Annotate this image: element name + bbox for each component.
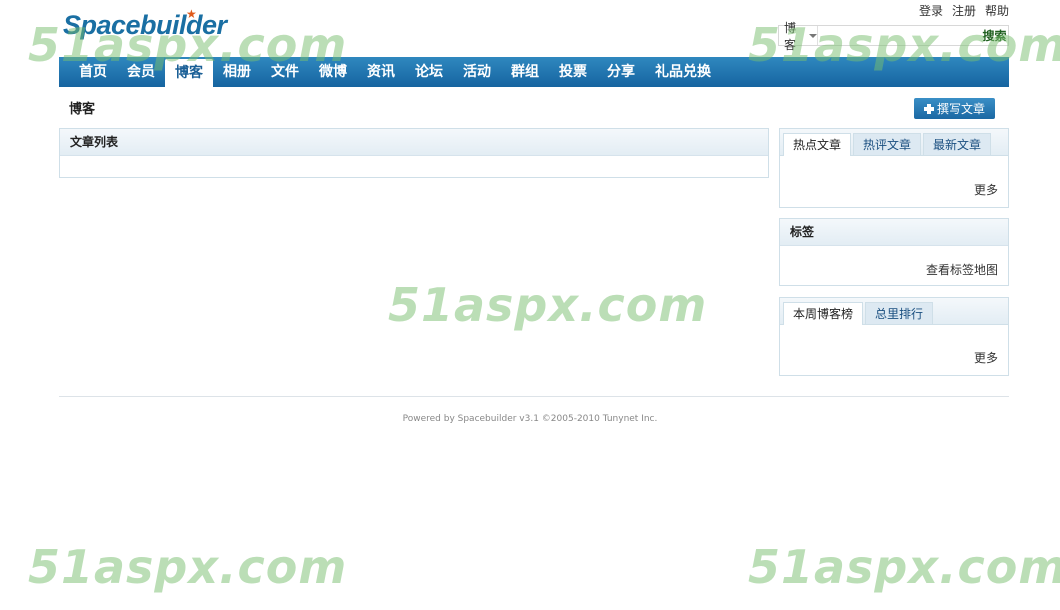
ranking-more-link[interactable]: 更多 bbox=[974, 349, 998, 366]
blog-ranking-tabs: 本周博客榜 总里排行 bbox=[780, 298, 1008, 325]
article-list-panel: 文章列表 bbox=[59, 128, 769, 178]
tags-title: 标签 bbox=[780, 219, 1008, 246]
footer-copyright: Powered by Spacebuilder v3.1 ©2005-2010 … bbox=[402, 414, 658, 424]
search-scope-label: 博客 bbox=[784, 20, 797, 52]
nav-item-blog[interactable]: 博客 bbox=[165, 59, 213, 87]
hot-articles-panel: 热点文章 热评文章 最新文章 更多 bbox=[779, 128, 1009, 208]
help-link[interactable]: 帮助 bbox=[985, 2, 1009, 19]
tab-overall-ranking[interactable]: 总里排行 bbox=[865, 302, 934, 324]
register-link[interactable]: 注册 bbox=[952, 2, 976, 19]
article-list-title: 文章列表 bbox=[60, 129, 768, 156]
nav-item-share[interactable]: 分享 bbox=[597, 59, 645, 85]
main-nav: 首页 会员 博客 相册 文件 微博 资讯 论坛 活动 群组 投票 分享 礼品兑换 bbox=[59, 57, 1009, 87]
tab-latest-articles[interactable]: 最新文章 bbox=[923, 133, 992, 155]
nav-item-gifts[interactable]: 礼品兑换 bbox=[645, 59, 721, 85]
nav-item-albums[interactable]: 相册 bbox=[213, 59, 261, 85]
nav-item-files[interactable]: 文件 bbox=[261, 59, 309, 85]
watermark: 51aspx.com bbox=[28, 540, 348, 594]
footer-divider bbox=[59, 396, 1009, 397]
nav-item-microblog[interactable]: 微博 bbox=[309, 59, 357, 85]
nav-item-members[interactable]: 会员 bbox=[117, 59, 165, 85]
tags-panel: 标签 查看标签地图 bbox=[779, 218, 1009, 286]
hot-articles-tabs: 热点文章 热评文章 最新文章 bbox=[780, 129, 1008, 156]
write-article-button[interactable]: 撰写文章 bbox=[914, 98, 995, 119]
search-scope-select[interactable]: 博客 bbox=[779, 21, 818, 52]
logo-star-icon: ★ bbox=[186, 7, 197, 21]
plus-icon bbox=[923, 103, 934, 114]
tab-hot-comments[interactable]: 热评文章 bbox=[853, 133, 922, 155]
page-title: 博客 bbox=[69, 102, 96, 117]
login-link[interactable]: 登录 bbox=[919, 2, 943, 19]
hot-articles-more-link[interactable]: 更多 bbox=[974, 181, 998, 198]
search-box: 博客 搜索 bbox=[778, 21, 1009, 52]
tab-hot-articles[interactable]: 热点文章 bbox=[783, 133, 852, 156]
tab-weekly-ranking[interactable]: 本周博客榜 bbox=[783, 302, 864, 325]
chevron-down-icon bbox=[809, 33, 817, 38]
nav-item-events[interactable]: 活动 bbox=[453, 59, 501, 85]
top-links: 登录 注册 帮助 bbox=[919, 2, 1009, 19]
tag-map-link[interactable]: 查看标签地图 bbox=[926, 261, 998, 278]
nav-item-news[interactable]: 资讯 bbox=[357, 59, 405, 85]
nav-item-polls[interactable]: 投票 bbox=[549, 59, 597, 85]
watermark: 51aspx.com bbox=[748, 540, 1060, 594]
site-logo[interactable]: Spacebuilder bbox=[63, 10, 227, 41]
watermark: 51aspx.com bbox=[388, 278, 708, 332]
search-button[interactable]: 搜索 bbox=[981, 26, 1008, 45]
nav-item-groups[interactable]: 群组 bbox=[501, 59, 549, 85]
search-input[interactable] bbox=[818, 26, 981, 45]
nav-item-forum[interactable]: 论坛 bbox=[405, 59, 453, 85]
write-article-label: 撰写文章 bbox=[936, 102, 985, 116]
blog-ranking-panel: 本周博客榜 总里排行 更多 bbox=[779, 297, 1009, 376]
nav-item-home[interactable]: 首页 bbox=[69, 59, 117, 85]
